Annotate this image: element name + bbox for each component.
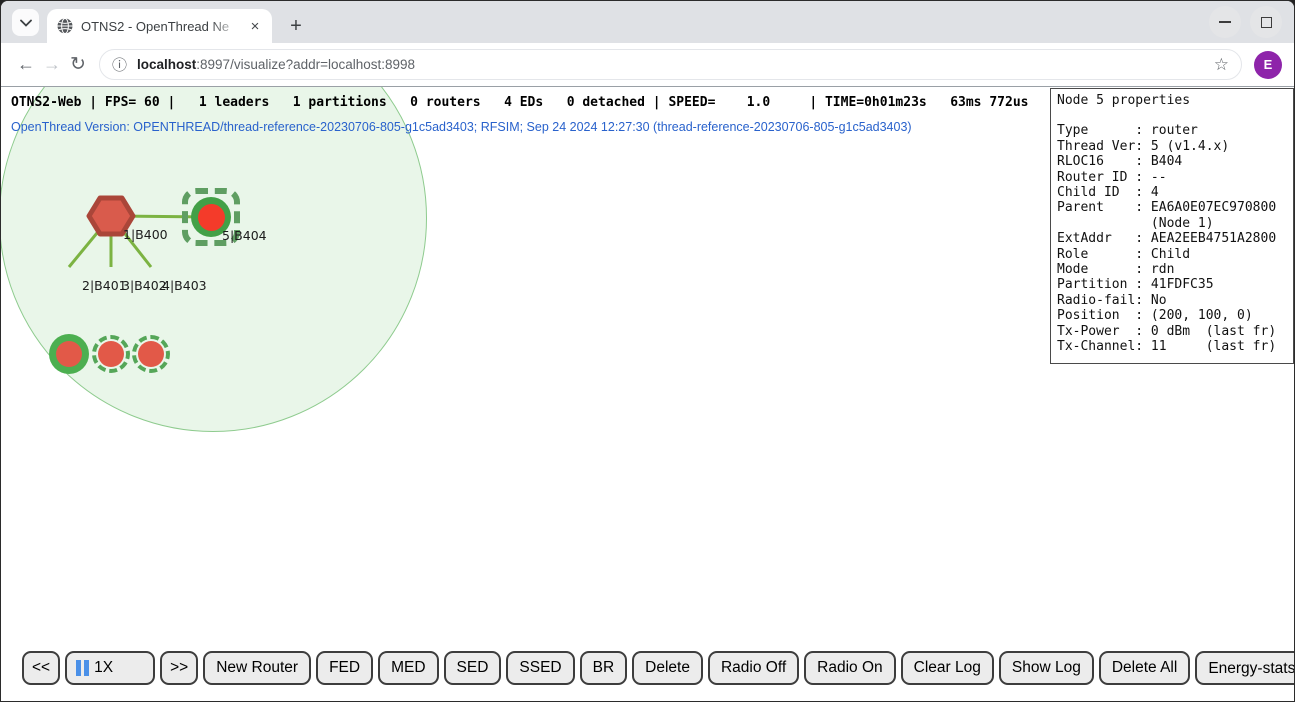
site-info-icon[interactable]: ⓘ [112, 54, 127, 75]
med-button[interactable]: MED [378, 651, 438, 685]
tab-search-button[interactable] [12, 9, 39, 36]
browser-toolbar: ← → ↻ ⓘ localhost:8997/visualize?addr=lo… [1, 43, 1294, 86]
browser-window: OTNS2 - OpenThread Ne × + ← → ↻ ⓘ localh… [0, 0, 1295, 702]
otns-canvas: 1|B400 2|B401 3|B402 4|B403 5|B404 OTNS2… [1, 87, 1294, 701]
speed-up-button[interactable]: >> [160, 651, 198, 685]
speed-pause-button[interactable]: 1X [65, 651, 155, 685]
minimize-icon [1219, 21, 1231, 23]
properties-title: Node 5 properties [1057, 93, 1287, 108]
window-controls [1209, 6, 1282, 38]
maximize-button[interactable] [1250, 6, 1282, 38]
url-text: localhost:8997/visualize?addr=localhost:… [137, 57, 415, 72]
new-router-button[interactable]: New Router [203, 651, 311, 685]
node-2-label: 2|B401 [82, 278, 127, 293]
maximize-icon [1261, 17, 1272, 28]
speed-down-button[interactable]: << [22, 651, 60, 685]
node-2-core [56, 341, 82, 367]
tab-title: OTNS2 - OpenThread Ne [81, 19, 240, 34]
sed-button[interactable]: SED [444, 651, 502, 685]
node-1-label: 1|B400 [123, 227, 168, 242]
node-4-label: 4|B403 [162, 278, 207, 293]
delete-all-button[interactable]: Delete All [1099, 651, 1190, 685]
radio-off-button[interactable]: Radio Off [708, 651, 799, 685]
node-3-label: 3|B402 [122, 278, 167, 293]
pause-icon [76, 660, 89, 676]
fed-button[interactable]: FED [316, 651, 373, 685]
address-bar[interactable]: ⓘ localhost:8997/visualize?addr=localhos… [99, 49, 1242, 80]
status-bar: OTNS2-Web | FPS= 60 | 1 leaders 1 partit… [11, 95, 1028, 110]
tab-strip: OTNS2 - OpenThread Ne × + [1, 1, 1294, 43]
new-tab-button[interactable]: + [282, 12, 310, 40]
node-5-label: 5|B404 [222, 228, 267, 243]
node-4[interactable] [132, 335, 170, 373]
radio-on-button[interactable]: Radio On [804, 651, 895, 685]
energy-stats-button[interactable]: Energy-stats ↗ [1195, 651, 1294, 685]
node-4-core [138, 341, 164, 367]
radio-range-circle [1, 87, 427, 432]
minimize-button[interactable] [1209, 6, 1241, 38]
node-2[interactable] [49, 334, 89, 374]
node-properties-panel: Node 5 properties Type : router Thread V… [1050, 88, 1294, 364]
browser-tab[interactable]: OTNS2 - OpenThread Ne × [47, 9, 272, 43]
forward-button[interactable]: → [39, 54, 65, 75]
simulation-toolbar: << 1X >> New Router FED MED SED SSED BR … [22, 651, 1294, 685]
globe-favicon-icon [57, 18, 73, 34]
back-button[interactable]: ← [13, 54, 39, 75]
chevron-down-icon [20, 19, 32, 27]
node-3-core [98, 341, 124, 367]
properties-body: Type : router Thread Ver: 5 (v1.4.x) RLO… [1057, 123, 1287, 354]
reload-button[interactable]: ↻ [65, 53, 91, 76]
clear-log-button[interactable]: Clear Log [901, 651, 994, 685]
bookmark-star-icon[interactable]: ☆ [1214, 55, 1229, 75]
speed-label: 1X [94, 659, 113, 677]
node-3[interactable] [92, 335, 130, 373]
show-log-button[interactable]: Show Log [999, 651, 1094, 685]
br-button[interactable]: BR [580, 651, 628, 685]
delete-button[interactable]: Delete [632, 651, 703, 685]
ssed-button[interactable]: SSED [506, 651, 574, 685]
profile-avatar[interactable]: E [1254, 51, 1282, 79]
tab-close-icon[interactable]: × [246, 17, 264, 35]
version-line: OpenThread Version: OPENTHREAD/thread-re… [11, 120, 912, 134]
